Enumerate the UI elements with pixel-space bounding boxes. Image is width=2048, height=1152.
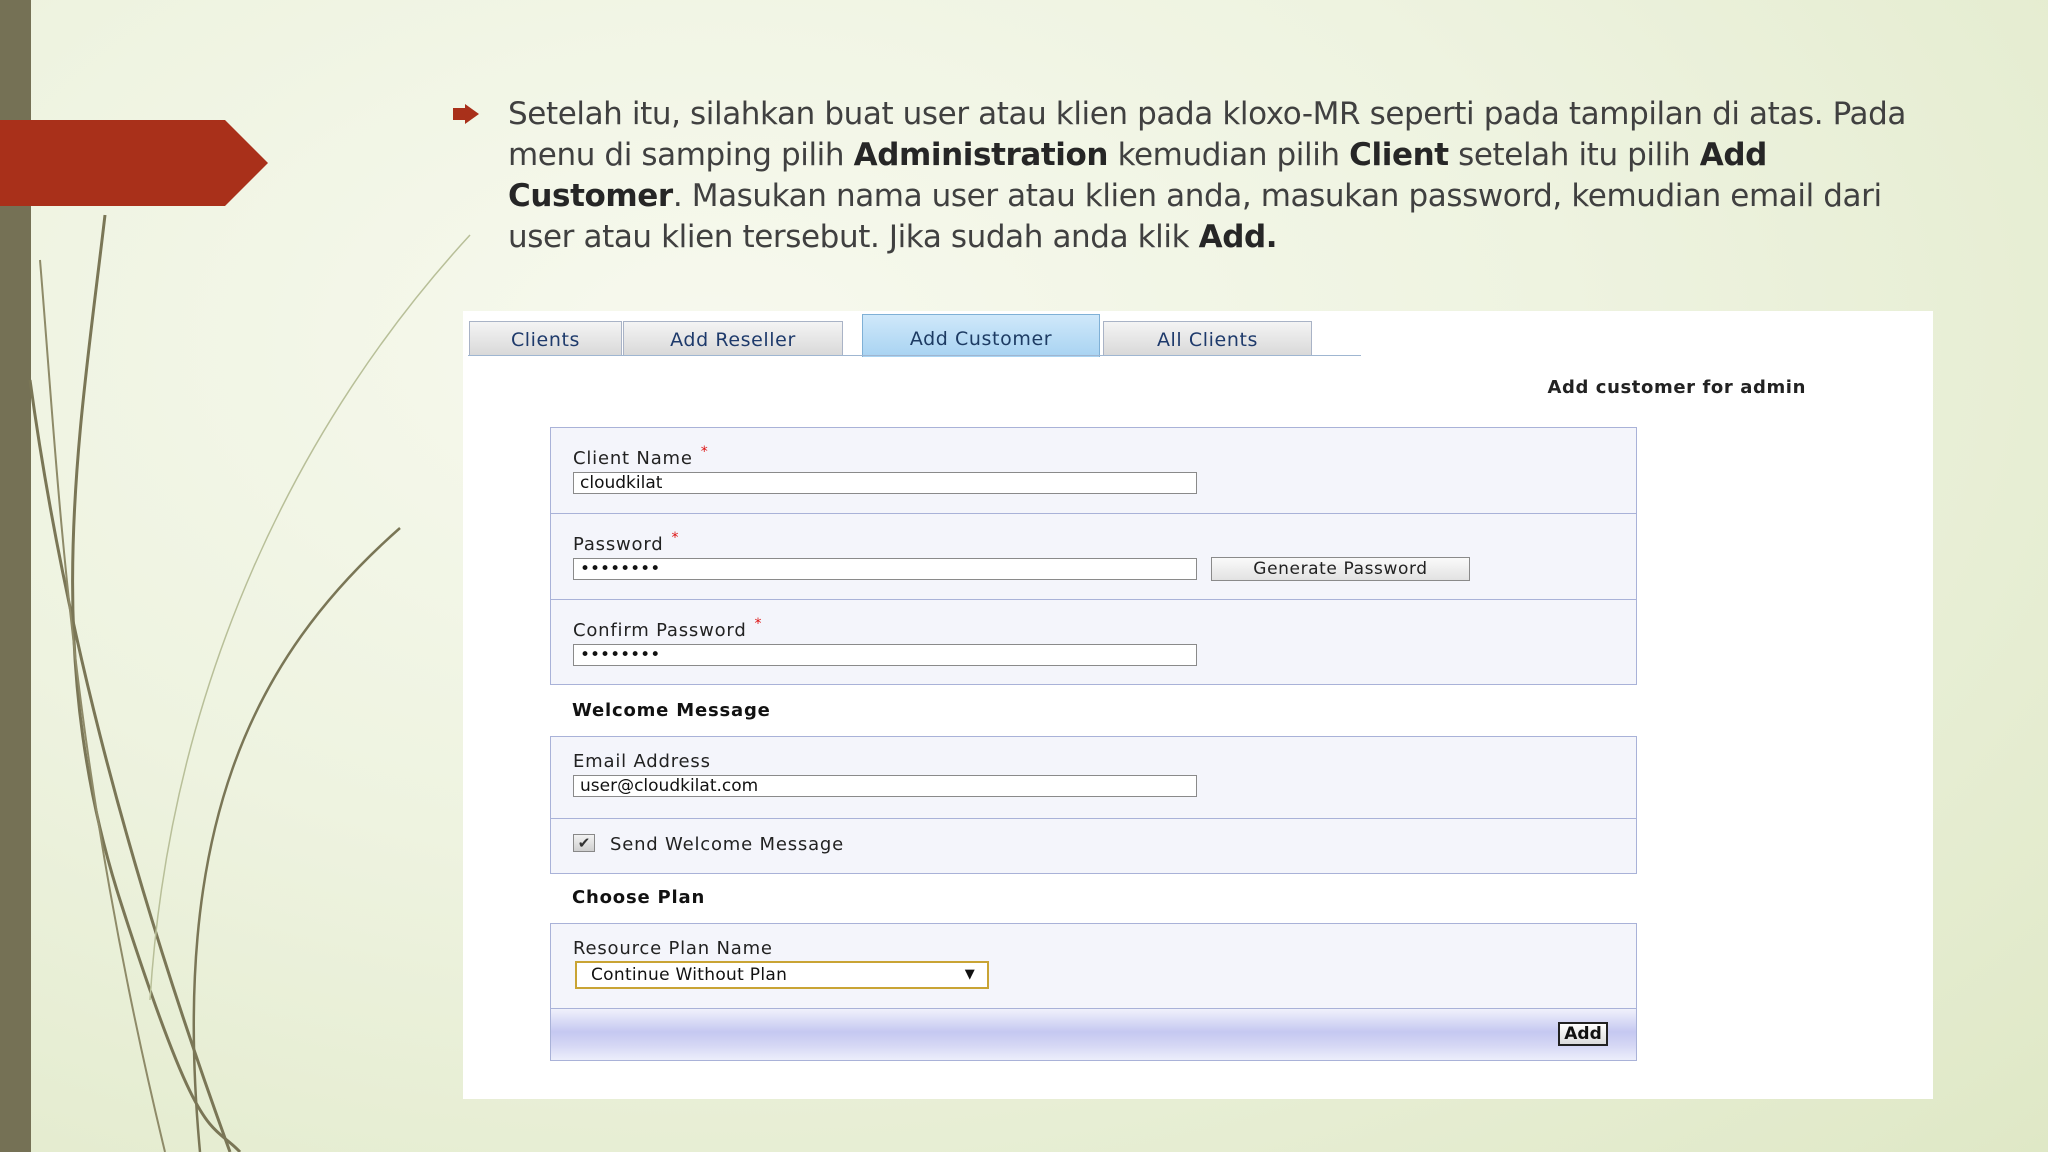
resource-plan-select[interactable]: Continue Without Plan ▼ xyxy=(575,961,989,989)
client-name-row: Client Name * cloudkilat xyxy=(551,428,1636,514)
welcome-box: Email Address user@cloudkilat.com ✔ Send… xyxy=(550,736,1637,874)
confirm-password-label: Confirm Password * xyxy=(573,616,763,641)
credentials-box: Client Name * cloudkilat Password * ••••••… xyxy=(550,427,1637,685)
send-welcome-checkbox[interactable]: ✔ xyxy=(573,834,595,852)
password-input[interactable]: •••••••• xyxy=(573,558,1197,580)
bold-keyword: Add. xyxy=(1198,219,1278,255)
tab-bar: Clients Add Reseller Add Customer All Cl… xyxy=(463,311,1373,357)
client-name-label: Client Name * xyxy=(573,444,709,469)
email-input[interactable]: user@cloudkilat.com xyxy=(573,775,1197,797)
required-marker: * xyxy=(700,444,709,460)
email-label: Email Address xyxy=(573,751,711,772)
form-title: Add customer for admin xyxy=(1547,377,1806,398)
tab-clients[interactable]: Clients xyxy=(469,321,622,355)
send-welcome-row: ✔ Send Welcome Message xyxy=(551,819,1636,873)
client-name-input[interactable]: cloudkilat xyxy=(573,472,1197,494)
paragraph-text: setelah itu pilih xyxy=(1448,137,1700,173)
required-marker: * xyxy=(754,616,763,632)
add-button[interactable]: Add xyxy=(1558,1022,1608,1046)
tab-underline xyxy=(468,355,1361,356)
confirm-password-row: Confirm Password * •••••••• xyxy=(551,600,1636,684)
send-welcome-label: Send Welcome Message xyxy=(610,834,845,855)
welcome-message-title: Welcome Message xyxy=(572,700,771,721)
generate-password-button[interactable]: Generate Password xyxy=(1211,557,1470,581)
password-row: Password * •••••••• Generate Password xyxy=(551,514,1636,600)
resource-plan-value: Continue Without Plan xyxy=(591,965,788,985)
tab-all-clients[interactable]: All Clients xyxy=(1103,321,1312,355)
slide-body-text: Setelah itu, silahkan buat user atau kli… xyxy=(452,94,1932,258)
form-footer-bar: Add xyxy=(550,1008,1637,1061)
tab-add-customer[interactable]: Add Customer xyxy=(862,314,1100,357)
paragraph-text: . Masukan nama user atau klien anda, mas… xyxy=(508,178,1882,255)
paragraph-text: kemudian pilih xyxy=(1108,137,1350,173)
confirm-password-input[interactable]: •••••••• xyxy=(573,644,1197,666)
email-row: Email Address user@cloudkilat.com xyxy=(551,737,1636,819)
dropdown-arrow-icon: ▼ xyxy=(964,967,975,982)
instruction-paragraph: Setelah itu, silahkan buat user atau kli… xyxy=(452,94,1932,258)
bold-keyword: Administration xyxy=(853,137,1109,173)
kloxo-screenshot-panel: Clients Add Reseller Add Customer All Cl… xyxy=(463,311,1933,1099)
tab-add-reseller[interactable]: Add Reseller xyxy=(623,321,843,355)
resource-plan-label: Resource Plan Name xyxy=(573,938,773,959)
required-marker: * xyxy=(671,530,680,546)
choose-plan-title: Choose Plan xyxy=(572,887,706,908)
plan-box: Resource Plan Name Continue Without Plan… xyxy=(550,923,1637,1009)
password-label: Password * xyxy=(573,530,680,555)
accent-arrow-shape xyxy=(0,120,268,206)
bold-keyword: Client xyxy=(1349,137,1449,173)
